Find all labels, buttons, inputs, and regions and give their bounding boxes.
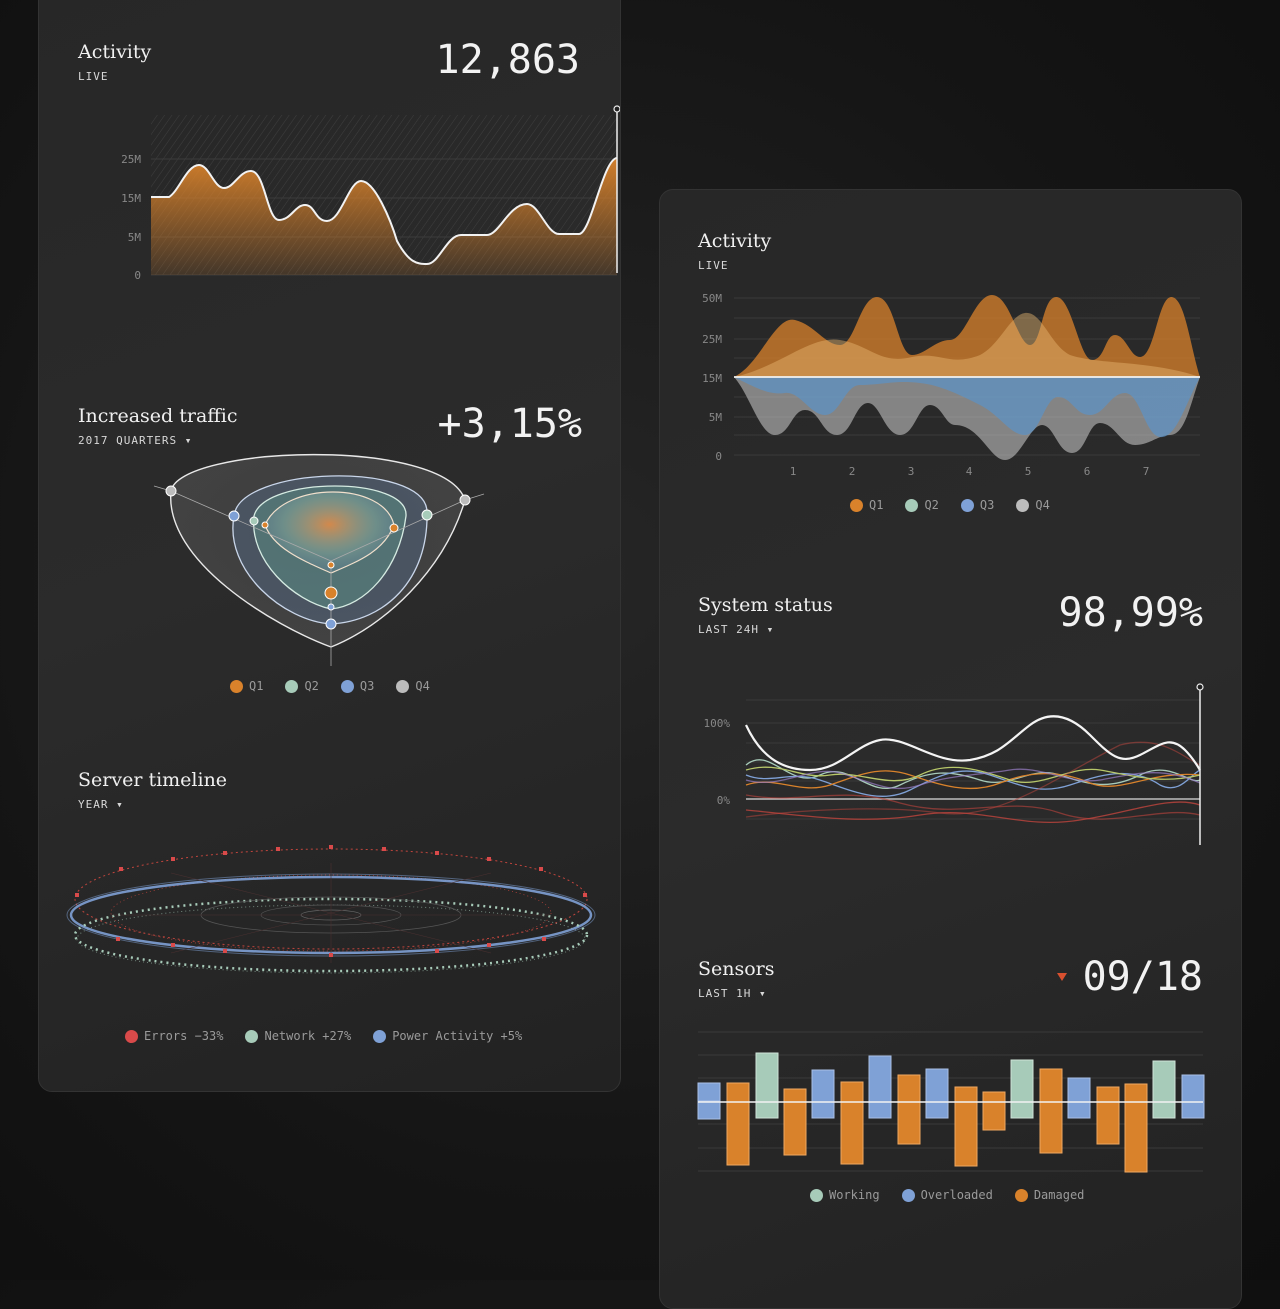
errors-color-dot bbox=[125, 1029, 138, 1043]
activity-live-label: LIVE bbox=[78, 70, 109, 83]
status-period-dropdown[interactable]: LAST 24H ▾ bbox=[698, 623, 774, 636]
power-color-dot bbox=[373, 1029, 387, 1043]
sensors-value: 09/18 bbox=[1082, 954, 1203, 1000]
ytick: 25M bbox=[121, 153, 141, 166]
legend-item-overloaded[interactable]: Overloaded bbox=[901, 1188, 993, 1202]
ytick: 15M bbox=[702, 372, 722, 385]
status-title: System status bbox=[698, 594, 833, 616]
legend-item-q2[interactable]: Q2 bbox=[905, 498, 939, 512]
caret-down-icon: ▾ bbox=[766, 623, 775, 636]
sensors-bar-chart bbox=[697, 1031, 1205, 1173]
working-color-dot bbox=[810, 1188, 823, 1202]
timeline-period-label: YEAR bbox=[78, 798, 109, 811]
legend-label: Power Activity +5% bbox=[392, 1029, 523, 1043]
q4-color-dot bbox=[1016, 498, 1030, 512]
sensors-legend: Working Overloaded Damaged bbox=[810, 1188, 1084, 1202]
xtick: 6 bbox=[1084, 465, 1091, 478]
timeline-legend: Errors −33% Network +27% Power Activity … bbox=[125, 1029, 522, 1043]
sensors-period-dropdown[interactable]: LAST 1H ▾ bbox=[698, 987, 767, 1000]
legend-label: Q4 bbox=[1035, 498, 1050, 512]
q2-color-dot bbox=[905, 498, 919, 512]
system-status-chart: 100% 0% bbox=[704, 683, 1204, 845]
legend-item-network[interactable]: Network +27% bbox=[245, 1029, 351, 1043]
sensors-title: Sensors bbox=[698, 958, 775, 980]
ytick: 0 bbox=[134, 269, 141, 282]
legend-label: Q3 bbox=[979, 498, 995, 512]
damaged-color-dot bbox=[1014, 1188, 1028, 1202]
legend-item-damaged[interactable]: Damaged bbox=[1014, 1188, 1085, 1202]
q3-color-dot bbox=[960, 498, 974, 512]
legend-label: Q3 bbox=[359, 679, 375, 693]
traffic-legend: Q1 Q2 Q3 Q4 bbox=[230, 679, 430, 693]
xtick: 2 bbox=[849, 465, 856, 478]
ytick: 5M bbox=[128, 231, 142, 244]
ytick: 25M bbox=[702, 333, 722, 346]
activity-live-label: LIVE bbox=[698, 259, 729, 272]
caret-down-icon: ▾ bbox=[184, 434, 193, 447]
traffic-title: Increased traffic bbox=[78, 405, 238, 427]
ytick: 100% bbox=[704, 717, 731, 730]
q1-color-dot bbox=[850, 498, 863, 512]
q4-color-dot bbox=[396, 679, 410, 693]
timeline-title: Server timeline bbox=[78, 769, 228, 791]
activity-value: 12,863 bbox=[435, 37, 581, 83]
activity-title: Activity bbox=[78, 41, 152, 63]
legend-item-power-activity[interactable]: Power Activity +5% bbox=[373, 1029, 522, 1043]
legend-item-q1[interactable]: Q1 bbox=[230, 679, 263, 693]
traffic-value: +3,15% bbox=[437, 401, 583, 447]
traffic-period-dropdown[interactable]: 2017 QUARTERS ▾ bbox=[78, 434, 192, 447]
left-dashboard-panel: Activity LIVE 12,863 25M 15M 5M 0 Increa… bbox=[38, 0, 621, 1092]
legend-label: Q1 bbox=[249, 679, 264, 693]
quarterly-activity-chart: 50M 25M 15M 5M 0 1 2 3 4 5 6 7 bbox=[702, 292, 1200, 478]
quarterly-legend: Q1 Q2 Q3 Q4 bbox=[850, 498, 1050, 512]
legend-item-q1[interactable]: Q1 bbox=[850, 498, 883, 512]
legend-item-errors[interactable]: Errors −33% bbox=[125, 1029, 223, 1043]
legend-item-q4[interactable]: Q4 bbox=[396, 679, 430, 693]
overloaded-color-dot bbox=[901, 1188, 915, 1202]
right-dashboard-panel: Activity LIVE 50M 25M 15M 5M 0 1 2 3 4 5… bbox=[659, 189, 1242, 1309]
legend-label: Damaged bbox=[1033, 1188, 1085, 1202]
ytick: 50M bbox=[702, 292, 722, 305]
xtick: 7 bbox=[1143, 465, 1150, 478]
server-timeline-ring-chart bbox=[66, 845, 596, 974]
legend-item-working[interactable]: Working bbox=[810, 1188, 880, 1202]
traffic-period-label: 2017 QUARTERS bbox=[78, 434, 178, 447]
legend-label: Q4 bbox=[415, 679, 430, 693]
legend-label: Working bbox=[829, 1188, 880, 1202]
legend-label: Q1 bbox=[869, 498, 884, 512]
activity-area-chart: 25M 15M 5M 0 bbox=[121, 105, 620, 282]
xtick: 3 bbox=[908, 465, 915, 478]
status-period-label: LAST 24H bbox=[698, 623, 759, 636]
sensors-period-label: LAST 1H bbox=[698, 987, 752, 1000]
xtick: 5 bbox=[1025, 465, 1032, 478]
q3-color-dot bbox=[340, 679, 354, 693]
caret-down-icon: ▾ bbox=[758, 987, 767, 1000]
down-triangle-icon bbox=[1057, 973, 1067, 981]
xtick: 4 bbox=[966, 465, 973, 478]
legend-label: Q2 bbox=[924, 498, 939, 512]
xtick: 1 bbox=[790, 465, 797, 478]
legend-label: Overloaded bbox=[920, 1188, 993, 1202]
q2-color-dot bbox=[285, 679, 299, 693]
activity-title: Activity bbox=[698, 230, 772, 252]
ytick: 0% bbox=[717, 794, 731, 807]
legend-item-q4[interactable]: Q4 bbox=[1016, 498, 1050, 512]
timeline-period-dropdown[interactable]: YEAR ▾ bbox=[78, 798, 124, 811]
ytick: 15M bbox=[121, 192, 141, 205]
legend-item-q3[interactable]: Q3 bbox=[340, 679, 375, 693]
traffic-radar-chart bbox=[153, 453, 485, 666]
ytick: 5M bbox=[709, 411, 723, 424]
network-color-dot bbox=[245, 1029, 259, 1043]
legend-item-q2[interactable]: Q2 bbox=[285, 679, 319, 693]
q1-color-dot bbox=[230, 679, 243, 693]
legend-label: Network +27% bbox=[264, 1029, 352, 1043]
sensor-bars bbox=[697, 1052, 1205, 1173]
legend-item-q3[interactable]: Q3 bbox=[960, 498, 995, 512]
status-value: 98,99% bbox=[1058, 590, 1204, 636]
caret-down-icon: ▾ bbox=[116, 798, 124, 811]
legend-label: Q2 bbox=[304, 679, 319, 693]
ytick: 0 bbox=[715, 450, 722, 463]
legend-label: Errors −33% bbox=[144, 1029, 224, 1043]
